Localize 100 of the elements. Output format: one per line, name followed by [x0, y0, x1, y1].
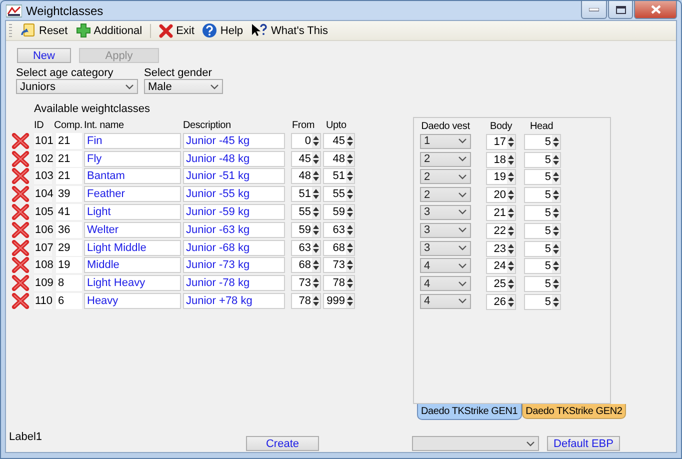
- upto-spinner[interactable]: 59: [323, 204, 355, 220]
- description-field[interactable]: Junior -45 kg: [183, 132, 285, 149]
- head-spinner[interactable]: 5: [524, 258, 561, 274]
- delete-icon[interactable]: [11, 132, 30, 149]
- vest-dropdown[interactable]: 2: [420, 187, 471, 202]
- description-field[interactable]: Junior -63 kg: [183, 222, 285, 238]
- spin-arrows-icon[interactable]: [507, 224, 515, 238]
- vest-dropdown[interactable]: 3: [420, 240, 471, 256]
- description-field[interactable]: Junior -51 kg: [183, 168, 285, 184]
- spin-arrows-icon[interactable]: [552, 134, 560, 149]
- new-button[interactable]: New: [17, 48, 71, 63]
- spin-arrows-icon[interactable]: [507, 206, 515, 220]
- help-button[interactable]: Help: [200, 22, 246, 40]
- name-field[interactable]: Light Heavy: [84, 275, 181, 292]
- upto-spinner[interactable]: 78: [323, 275, 355, 292]
- spin-arrows-icon[interactable]: [552, 206, 560, 220]
- spin-arrows-icon[interactable]: [346, 169, 354, 184]
- spin-arrows-icon[interactable]: [507, 259, 515, 274]
- spin-arrows-icon[interactable]: [552, 224, 560, 238]
- name-field[interactable]: Welter: [84, 222, 181, 238]
- spin-arrows-icon[interactable]: [346, 240, 354, 255]
- spin-arrows-icon[interactable]: [312, 222, 320, 237]
- description-field[interactable]: Junior -73 kg: [183, 257, 285, 274]
- spin-arrows-icon[interactable]: [507, 242, 515, 256]
- upto-spinner[interactable]: 999: [323, 292, 355, 309]
- description-field[interactable]: Junior -59 kg: [183, 204, 285, 220]
- delete-icon[interactable]: [11, 168, 30, 184]
- delete-icon[interactable]: [11, 186, 30, 202]
- body-spinner[interactable]: 20: [486, 187, 516, 204]
- body-spinner[interactable]: 17: [486, 134, 516, 150]
- upto-spinner[interactable]: 55: [323, 186, 355, 202]
- body-spinner[interactable]: 18: [486, 152, 516, 168]
- delete-icon[interactable]: [11, 204, 30, 220]
- from-spinner[interactable]: 0: [291, 132, 321, 149]
- body-spinner[interactable]: 22: [486, 222, 516, 239]
- close-button[interactable]: [634, 1, 677, 19]
- delete-icon[interactable]: [11, 257, 30, 274]
- spin-arrows-icon[interactable]: [312, 152, 320, 166]
- spin-arrows-icon[interactable]: [552, 152, 560, 167]
- vest-dropdown[interactable]: 4: [420, 258, 471, 274]
- upto-spinner[interactable]: 68: [323, 240, 355, 256]
- spin-arrows-icon[interactable]: [312, 187, 320, 202]
- upto-spinner[interactable]: 48: [323, 150, 355, 167]
- spin-arrows-icon[interactable]: [346, 294, 354, 308]
- spin-arrows-icon[interactable]: [312, 240, 320, 255]
- head-spinner[interactable]: 5: [524, 187, 561, 204]
- body-spinner[interactable]: 25: [486, 276, 516, 292]
- name-field[interactable]: Fly: [84, 150, 181, 167]
- spin-arrows-icon[interactable]: [507, 134, 515, 149]
- vest-dropdown[interactable]: 4: [420, 276, 471, 292]
- spin-arrows-icon[interactable]: [312, 276, 320, 290]
- spin-arrows-icon[interactable]: [312, 204, 320, 219]
- spin-arrows-icon[interactable]: [346, 187, 354, 202]
- maximize-button[interactable]: [608, 1, 633, 19]
- name-field[interactable]: Bantam: [84, 168, 181, 184]
- spin-arrows-icon[interactable]: [346, 152, 354, 166]
- from-spinner[interactable]: 48: [291, 168, 321, 184]
- vest-dropdown[interactable]: 1: [420, 134, 471, 149]
- from-spinner[interactable]: 68: [291, 257, 321, 274]
- from-spinner[interactable]: 55: [291, 204, 321, 220]
- name-field[interactable]: Light Middle: [84, 240, 181, 256]
- upto-spinner[interactable]: 63: [323, 222, 355, 238]
- name-field[interactable]: Light: [84, 204, 181, 220]
- delete-icon[interactable]: [11, 222, 30, 238]
- head-spinner[interactable]: 5: [524, 240, 561, 257]
- head-spinner[interactable]: 5: [524, 294, 561, 310]
- name-field[interactable]: Heavy: [84, 292, 181, 309]
- vest-dropdown[interactable]: 2: [420, 169, 471, 184]
- body-spinner[interactable]: 19: [486, 169, 516, 186]
- vest-dropdown[interactable]: 3: [420, 204, 471, 220]
- spin-arrows-icon[interactable]: [312, 134, 320, 148]
- head-spinner[interactable]: 5: [524, 134, 561, 150]
- spin-arrows-icon[interactable]: [346, 258, 354, 272]
- name-field[interactable]: Fin: [84, 132, 181, 149]
- default-ebp-button[interactable]: Default EBP: [547, 436, 620, 451]
- from-spinner[interactable]: 63: [291, 240, 321, 256]
- head-spinner[interactable]: 5: [524, 204, 561, 221]
- description-field[interactable]: Junior -48 kg: [183, 150, 285, 167]
- head-spinner[interactable]: 5: [524, 152, 561, 168]
- age-category-dropdown[interactable]: Juniors: [16, 79, 138, 94]
- spin-arrows-icon[interactable]: [552, 170, 560, 184]
- body-spinner[interactable]: 24: [486, 258, 516, 274]
- name-field[interactable]: Middle: [84, 257, 181, 274]
- minimize-button[interactable]: [581, 1, 607, 19]
- gender-dropdown[interactable]: Male: [144, 79, 223, 94]
- spin-arrows-icon[interactable]: [346, 276, 354, 290]
- spin-arrows-icon[interactable]: [312, 258, 320, 272]
- spin-arrows-icon[interactable]: [507, 170, 515, 184]
- vest-dropdown[interactable]: 2: [420, 152, 471, 167]
- from-spinner[interactable]: 45: [291, 150, 321, 167]
- spin-arrows-icon[interactable]: [552, 188, 560, 202]
- vest-dropdown[interactable]: 4: [420, 294, 471, 309]
- head-spinner[interactable]: 5: [524, 222, 561, 239]
- description-field[interactable]: Junior -68 kg: [183, 240, 285, 256]
- from-spinner[interactable]: 59: [291, 222, 321, 238]
- description-field[interactable]: Junior -78 kg: [183, 275, 285, 292]
- delete-icon[interactable]: [11, 240, 30, 256]
- delete-icon[interactable]: [11, 292, 30, 309]
- spin-arrows-icon[interactable]: [507, 188, 515, 202]
- exit-button[interactable]: Exit: [157, 22, 196, 40]
